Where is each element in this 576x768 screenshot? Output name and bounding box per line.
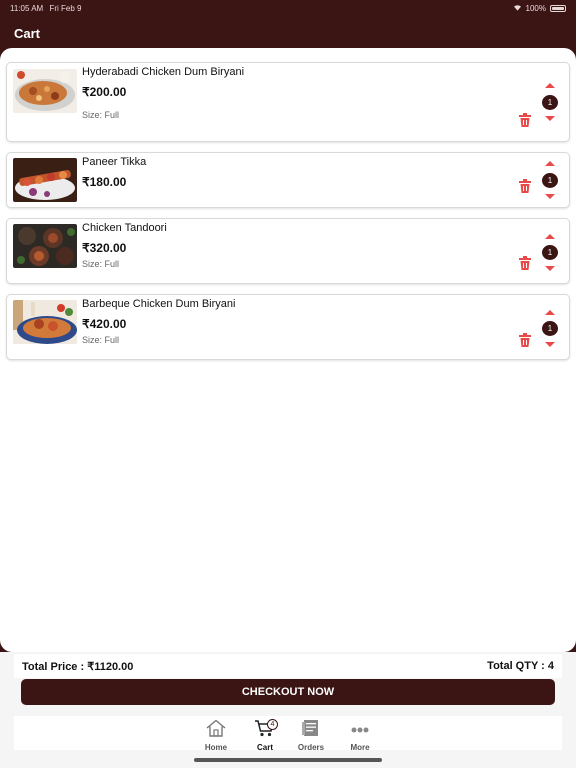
total-qty: Total QTY : 4: [487, 660, 554, 672]
qty-decrease-button[interactable]: [545, 266, 555, 271]
cart-item: Chicken Tandoori ₹320.00 Size: Full 1: [6, 218, 570, 284]
page-title: Cart: [14, 26, 41, 41]
battery-percent: 100%: [525, 3, 546, 13]
tab-cart[interactable]: 4 Cart: [243, 716, 287, 752]
qty-increase-button[interactable]: [545, 310, 555, 315]
tab-label: Orders: [297, 743, 325, 752]
qty-badge: 1: [542, 321, 558, 336]
cart-list: Hyderabadi Chicken Dum Biryani ₹200.00 S…: [0, 48, 576, 652]
qty-decrease-button[interactable]: [545, 342, 555, 347]
item-price: ₹320.00: [82, 241, 127, 255]
qty-badge: 1: [542, 173, 558, 188]
tab-label: More: [350, 743, 370, 752]
cart-item: Hyderabadi Chicken Dum Biryani ₹200.00 S…: [6, 62, 570, 142]
cart-item: Barbeque Chicken Dum Biryani ₹420.00 Siz…: [6, 294, 570, 360]
total-price: Total Price : ₹1120.00: [22, 661, 134, 673]
item-image: [13, 224, 77, 268]
item-name: Chicken Tandoori: [82, 222, 167, 234]
tab-home[interactable]: Home: [194, 716, 238, 752]
item-name: Hyderabadi Chicken Dum Biryani: [82, 66, 245, 78]
status-time: 11:05 AM: [10, 3, 44, 13]
qty-badge: 1: [542, 95, 558, 110]
tab-more[interactable]: More: [338, 716, 382, 752]
item-image: [13, 69, 77, 113]
item-size: Size: Full: [82, 259, 120, 269]
battery-icon: [550, 4, 566, 12]
item-price: ₹180.00: [82, 175, 127, 189]
home-indicator: [194, 758, 382, 762]
home-icon: [205, 716, 227, 742]
qty-decrease-button[interactable]: [545, 194, 555, 199]
qty-increase-button[interactable]: [545, 161, 555, 166]
item-size: Size: Full: [82, 335, 120, 345]
totals-bar: Total Price : ₹1120.00 Total QTY : 4: [14, 654, 562, 678]
tab-bar: Home 4 Cart Orders More: [14, 716, 562, 752]
tab-label: Home: [204, 743, 228, 752]
wifi-icon: [513, 4, 522, 13]
item-name: Barbeque Chicken Dum Biryani: [82, 298, 236, 310]
cart-item: Paneer Tikka ₹180.00 1: [6, 152, 570, 208]
qty-badge: 1: [542, 245, 558, 260]
item-price: ₹200.00: [82, 85, 127, 99]
item-image: [13, 158, 77, 202]
tab-orders[interactable]: Orders: [289, 716, 333, 752]
status-date: Fri Feb 9: [49, 3, 82, 13]
item-name: Paneer Tikka: [82, 156, 147, 168]
item-price: ₹420.00: [82, 317, 127, 331]
item-size: Size: Full: [82, 110, 120, 120]
cart-count-badge: 4: [267, 719, 278, 730]
more-icon: [349, 716, 371, 742]
qty-increase-button[interactable]: [545, 83, 555, 88]
delete-icon[interactable]: [517, 112, 533, 128]
delete-icon[interactable]: [517, 332, 533, 348]
delete-icon[interactable]: [517, 178, 533, 194]
item-image: [13, 300, 77, 344]
orders-icon: [300, 716, 322, 742]
status-bar: 11:05 AM Fri Feb 9 100%: [0, 0, 576, 16]
qty-increase-button[interactable]: [545, 234, 555, 239]
checkout-button[interactable]: CHECKOUT NOW: [21, 679, 555, 705]
tab-label: Cart: [256, 743, 273, 752]
delete-icon[interactable]: [517, 255, 533, 271]
qty-decrease-button[interactable]: [545, 116, 555, 121]
